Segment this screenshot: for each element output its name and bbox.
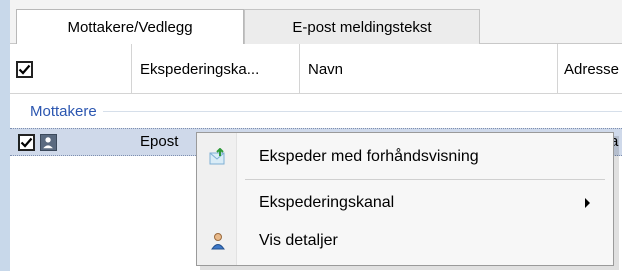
window: Mottakere/Vedlegg E-post meldingstekst E… [0,0,622,271]
column-header-kanal[interactable]: Ekspederingska... [132,44,300,94]
context-menu: Ekspeder med forhåndsvisning Ekspedering… [196,132,614,266]
tab-mottakere-vedlegg[interactable]: Mottakere/Vedlegg [16,9,244,45]
column-header-adresse[interactable]: Adresse [558,44,622,94]
column-header-navn[interactable]: Navn [300,44,558,94]
tab-epost-meldingstekst[interactable]: E-post meldingstekst [244,9,480,44]
checkmark-icon [20,137,33,148]
group-label: Mottakere [30,102,97,120]
group-divider [102,110,622,112]
column-header-label: Navn [308,60,344,78]
person-details-icon [209,232,227,250]
menu-item-ekspederingskanal[interactable]: Ekspederingskanal [197,186,613,220]
select-all-checkbox[interactable] [16,60,33,78]
send-preview-icon [209,148,227,166]
menu-item-vis-detaljer[interactable]: Vis detaljer [197,224,613,258]
menu-item-label: Vis detaljer [259,232,338,249]
tab-label: E-post meldingstekst [292,18,432,36]
header-check-cell[interactable] [10,44,132,94]
menu-item-label: Ekspederingskanal [259,194,395,211]
row-checkbox[interactable] [18,134,35,151]
row-kanal-cell: Epost [140,133,179,150]
menu-item-ekspeder-forhandsvisning[interactable]: Ekspeder med forhåndsvisning [197,140,613,174]
checkmark-icon [18,64,31,75]
tab-strip: Mottakere/Vedlegg E-post meldingstekst [10,0,622,45]
tab-label: Mottakere/Vedlegg [67,19,193,36]
grid-header: Ekspederingska... Navn Adresse [10,44,622,94]
menu-item-label: Ekspeder med forhåndsvisning [259,148,479,165]
column-header-label: Adresse [564,60,620,78]
group-row: Mottakere [10,94,622,128]
submenu-arrow-icon [585,198,590,208]
menu-separator [245,179,605,180]
left-accent-bar [0,0,10,271]
column-header-label: Ekspederingska... [140,60,260,78]
user-icon [40,134,57,151]
